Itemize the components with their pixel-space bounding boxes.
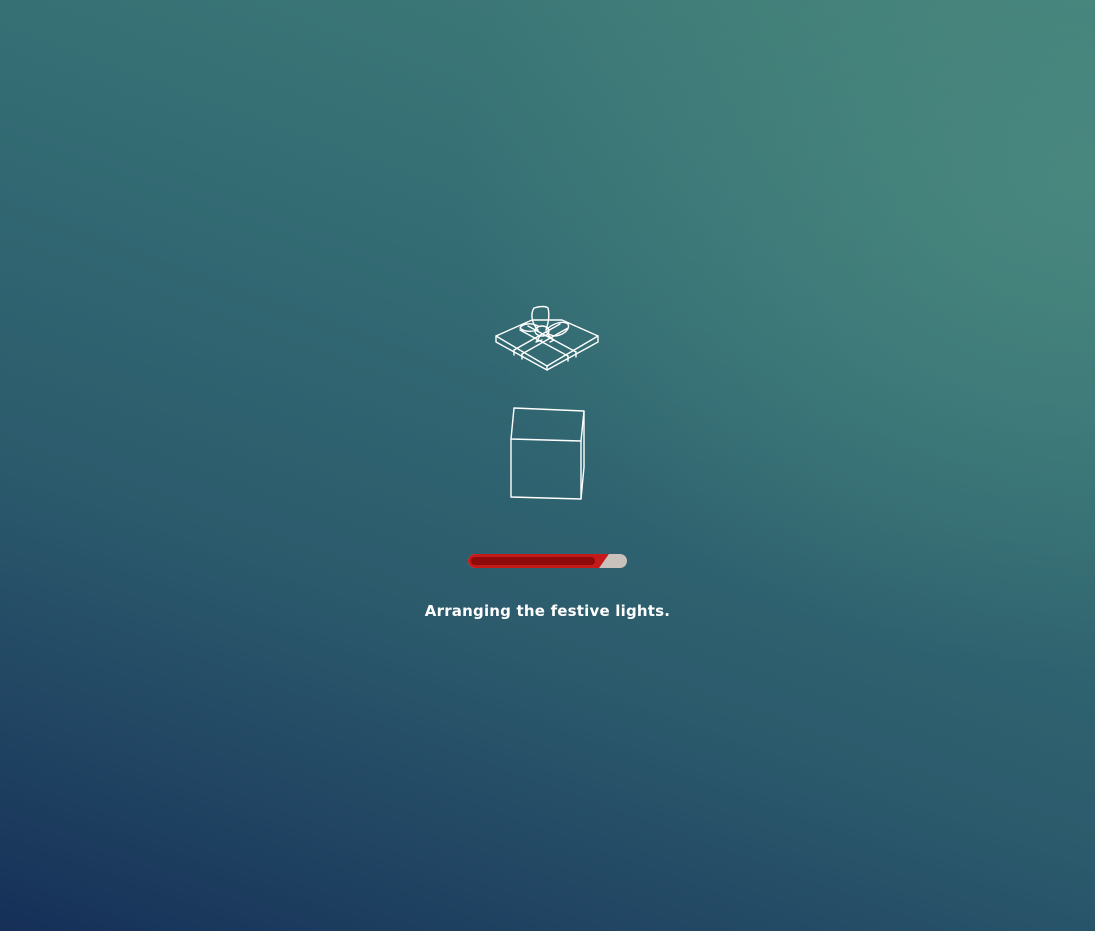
progress-track — [468, 554, 627, 568]
gift-lid-with-bow-icon — [495, 305, 599, 371]
loading-status-text: Arranging the festive lights. — [424, 602, 671, 620]
progress-fill-inner — [471, 557, 595, 565]
gift-box-icon — [510, 407, 585, 500]
loading-screen: Arranging the festive lights. — [0, 0, 1095, 931]
loading-progress-bar — [468, 554, 628, 569]
